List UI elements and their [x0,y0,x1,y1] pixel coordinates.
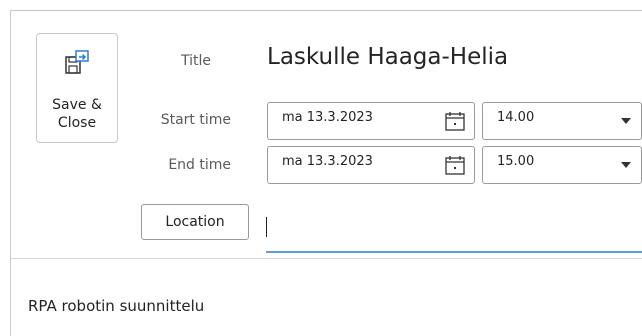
save-close-label: Save & Close [52,97,102,131]
calendar-icon[interactable] [444,111,466,131]
save-close-button[interactable]: Save & Close [36,33,118,143]
start-time-value: 14.00 [497,110,535,125]
start-date-picker[interactable]: ma 13.3.2023 [267,102,475,140]
start-time-dropdown[interactable]: 14.00 [482,102,642,140]
title-label: Title [180,53,211,69]
save-close-icon [65,50,89,74]
end-date-value: ma 13.3.2023 [282,154,373,169]
end-date-picker[interactable]: ma 13.3.2023 [267,146,475,184]
chevron-down-icon [621,118,631,124]
chevron-down-icon [621,162,631,168]
end-time-dropdown[interactable]: 15.00 [482,146,642,184]
end-time-value: 15.00 [497,154,535,169]
title-input[interactable]: Laskulle Haaga-Helia [267,44,508,70]
text-cursor [266,217,267,237]
event-body-text[interactable]: RPA robotin suunnittelu [28,297,204,315]
end-time-label: End time [168,157,231,173]
divider [10,258,642,259]
start-time-label: Start time [160,112,231,128]
location-input[interactable] [266,203,642,253]
start-date-value: ma 13.3.2023 [282,110,373,125]
location-button[interactable]: Location [141,204,249,240]
calendar-icon[interactable] [444,155,466,175]
